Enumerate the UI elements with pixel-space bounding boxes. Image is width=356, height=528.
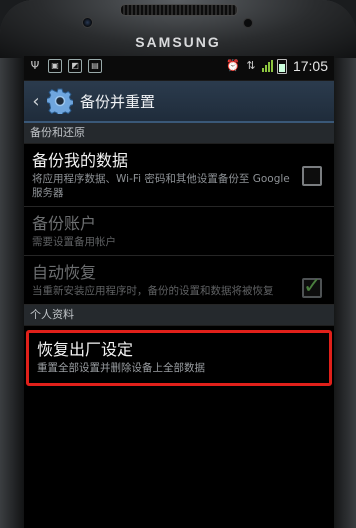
bezel-left [0, 58, 24, 528]
page-title: 备份并重置 [80, 92, 156, 111]
setting-label: 备份我的数据 [32, 151, 129, 170]
auto-restore-checkbox[interactable] [302, 274, 322, 299]
setting-summary: 需要设置备用帐户 [32, 236, 116, 248]
section-header-personal: 个人资料 [24, 305, 334, 326]
front-camera-icon [82, 17, 93, 28]
setting-summary: 将应用程序数据、Wi-Fi 密码和其他设置备份至 Google 服务器 [32, 173, 290, 199]
battery-icon [276, 58, 287, 74]
alarm-icon: ⏰ [226, 59, 240, 72]
setting-summary: 重置全部设置并删除设备上全部数据 [37, 362, 205, 374]
setting-summary: 当重新安装应用程序时，备份的设置和数据将被恢复 [32, 285, 274, 297]
clock: 17:05 [292, 58, 328, 74]
action-bar: ‹ 备份并重置 [24, 81, 334, 123]
proximity-sensor [243, 18, 253, 28]
status-bar: Ψ ▣ ◩ ▤ ⏰ ⇅ 17:05 [24, 56, 334, 81]
backup-data-checkbox[interactable] [302, 166, 322, 186]
data-icon: ⇅ [246, 59, 256, 72]
setting-backup-account[interactable]: 备份账户 需要设置备用帐户 [24, 207, 334, 256]
setting-factory-reset[interactable]: 恢复出厂设定 重置全部设置并删除设备上全部数据 [26, 330, 332, 386]
phone-body: SAMSUNG Ψ ▣ ◩ ▤ ⏰ ⇅ 17:05 ‹ 备份并重置 备份和还原 … [0, 0, 356, 528]
gallery-notification-icon: ▣ [48, 59, 62, 73]
top-bezel: SAMSUNG [0, 0, 356, 58]
screenshot-icon: ▤ [88, 59, 102, 73]
chevron-left-icon[interactable]: ‹ [28, 91, 44, 112]
setting-label: 备份账户 [32, 214, 97, 233]
setting-auto-restore[interactable]: 自动恢复 当重新安装应用程序时，备份的设置和数据将被恢复 [24, 256, 334, 305]
usb-icon: Ψ [30, 59, 40, 72]
bezel-right [332, 58, 356, 528]
gear-icon[interactable] [46, 87, 74, 115]
setting-label: 恢复出厂设定 [37, 340, 134, 359]
screen: Ψ ▣ ◩ ▤ ⏰ ⇅ 17:05 ‹ 备份并重置 备份和还原 备份我的数据 将… [24, 56, 334, 528]
app-notification-icon: ◩ [68, 59, 82, 73]
setting-backup-my-data[interactable]: 备份我的数据 将应用程序数据、Wi-Fi 密码和其他设置备份至 Google 服… [24, 144, 334, 207]
brand-logo: SAMSUNG [135, 34, 221, 50]
setting-label: 自动恢复 [32, 263, 97, 282]
section-header-backup: 备份和还原 [24, 123, 334, 144]
earpiece-speaker [120, 4, 238, 16]
signal-icon [261, 60, 273, 72]
